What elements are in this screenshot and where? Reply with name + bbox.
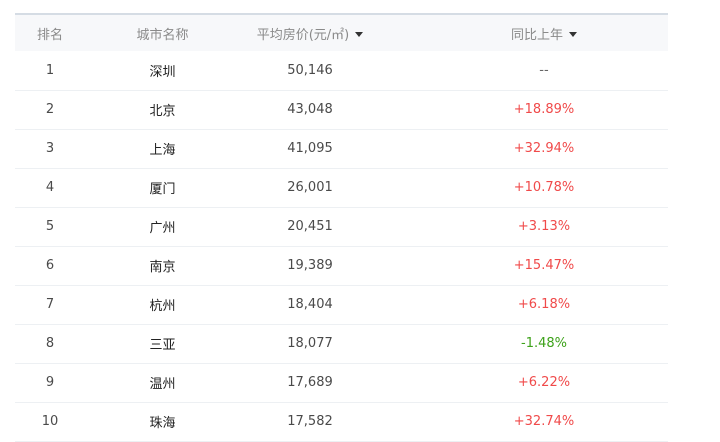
rank-cell: 3 [45,141,55,156]
table-row: 10 珠海 17,582 +32.74% [15,402,668,441]
city-name-cell: 南京 [149,260,176,275]
table-row: 6 南京 19,389 +15.47% [15,246,668,285]
yoy-change-cell: +15.47% [513,258,575,273]
table-row: 3 上海 41,095 +32.94% [15,129,668,168]
sort-caret-down-icon [355,31,364,37]
city-name-cell: 珠海 [149,416,176,431]
rank-cell: 10 [41,414,59,429]
yoy-change-cell: +10.78% [513,180,575,195]
yoy-change-cell: -- [539,62,549,78]
table-row: 1 深圳 50,146 -- [15,51,668,90]
yoy-change-cell: +6.22% [517,375,571,390]
table-header-row: 排名 城市名称 平均房价(元/㎡) 同比上年 [15,15,668,51]
header-yoy-label: 同比上年 [510,27,563,43]
average-price-cell: 26,001 [287,180,333,195]
yoy-change-cell: +32.74% [513,414,575,429]
sort-by-yoy-header[interactable]: 同比上年 [380,15,668,51]
city-name-cell: 北京 [149,104,176,119]
sort-by-price-header[interactable]: 平均房价(元/㎡) [240,15,380,51]
city-name-cell: 上海 [149,143,176,158]
city-name-cell: 深圳 [149,64,176,80]
average-price-cell: 17,582 [287,414,333,429]
ranking-table-container: 排名 城市名称 平均房价(元/㎡) 同比上年 1 深圳 50,146 -- 2 北京 43,… [15,13,668,442]
rank-cell: 9 [45,375,55,390]
average-price-cell: 18,404 [287,297,333,312]
yoy-change-cell: -1.48% [521,336,567,351]
yoy-change-cell: +32.94% [513,141,575,156]
header-rank-label: 排名 [36,27,63,43]
average-price-cell: 43,048 [287,102,333,117]
rank-cell: 1 [45,62,55,78]
average-price-cell: 19,389 [287,258,333,273]
rank-cell: 2 [45,102,55,117]
table-row: 5 广州 20,451 +3.13% [15,207,668,246]
table-row: 2 北京 43,048 +18.89% [15,90,668,129]
table-row: 4 厦门 26,001 +10.78% [15,168,668,207]
header-price-label: 平均房价(元/㎡) [256,27,350,43]
rank-cell: 7 [45,297,55,312]
average-price-cell: 18,077 [287,336,333,351]
average-price-cell: 17,689 [287,375,333,390]
sort-caret-down-icon [569,31,577,37]
rank-cell: 6 [45,258,55,273]
header-city-label: 城市名称 [136,27,189,43]
yoy-change-cell: +3.13% [517,219,571,234]
average-price-cell: 20,451 [287,219,333,234]
city-name-cell: 厦门 [149,182,176,197]
city-name-cell: 杭州 [149,299,176,314]
yoy-change-cell: +6.18% [517,297,571,312]
yoy-change-cell: +18.89% [513,102,575,117]
rank-cell: 8 [45,336,55,351]
table-row: 7 杭州 18,404 +6.18% [15,285,668,324]
rank-cell: 5 [45,219,55,234]
average-price-cell: 50,146 [287,62,333,78]
header-city: 城市名称 [85,15,240,51]
average-price-cell: 41,095 [287,141,333,156]
rank-cell: 4 [45,180,55,195]
city-name-cell: 温州 [149,377,176,392]
table-row: 9 温州 17,689 +6.22% [15,363,668,402]
city-name-cell: 广州 [149,221,176,236]
header-rank: 排名 [15,15,85,51]
city-price-ranking-table: 排名 城市名称 平均房价(元/㎡) 同比上年 1 深圳 50,146 -- 2 北京 43,… [15,15,668,442]
table-row: 8 三亚 18,077 -1.48% [15,324,668,363]
city-name-cell: 三亚 [149,338,176,353]
